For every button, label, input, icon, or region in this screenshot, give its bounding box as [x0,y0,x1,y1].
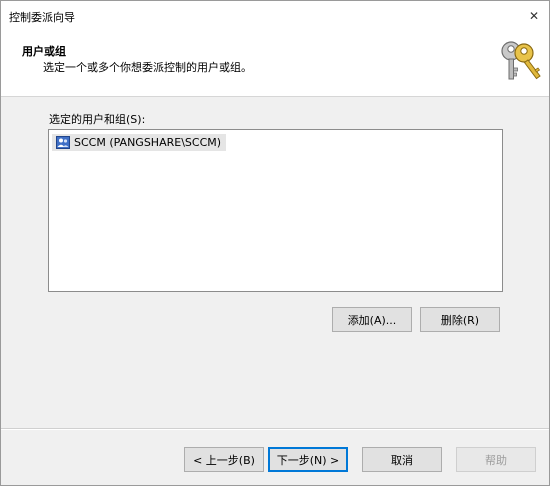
title-bar[interactable]: 控制委派向导 ✕ [1,1,549,30]
close-button[interactable]: ✕ [519,1,549,30]
list-item-label: SCCM (PANGSHARE\SCCM) [74,136,222,149]
page-title: 用户或组 [22,45,66,58]
list-item[interactable]: SCCM (PANGSHARE\SCCM) [52,134,227,151]
wizard-header: 用户或组 选定一个或多个你想委派控制的用户或组。 [1,30,549,97]
help-button: 帮助 [456,447,536,472]
selected-users-list[interactable]: SCCM (PANGSHARE\SCCM) [48,129,503,292]
page-subtitle: 选定一个或多个你想委派控制的用户或组。 [43,61,252,74]
back-button[interactable]: < 上一步(B) [184,447,264,472]
remove-button[interactable]: 删除(R) [420,307,500,332]
add-button[interactable]: 添加(A)... [332,307,412,332]
window-title: 控制委派向导 [9,11,75,24]
keys-icon [501,41,541,80]
cancel-button[interactable]: 取消 [362,447,442,472]
selected-users-label: 选定的用户和组(S): [49,113,146,126]
user-group-icon [56,136,70,149]
next-button[interactable]: 下一步(N) > [268,447,348,472]
footer-divider [1,428,549,430]
close-icon: ✕ [528,8,540,23]
delegation-wizard-window: 控制委派向导 ✕ 用户或组 选定一个或多个你想委派控制的用户或组。 选定的用户和… [0,0,550,486]
